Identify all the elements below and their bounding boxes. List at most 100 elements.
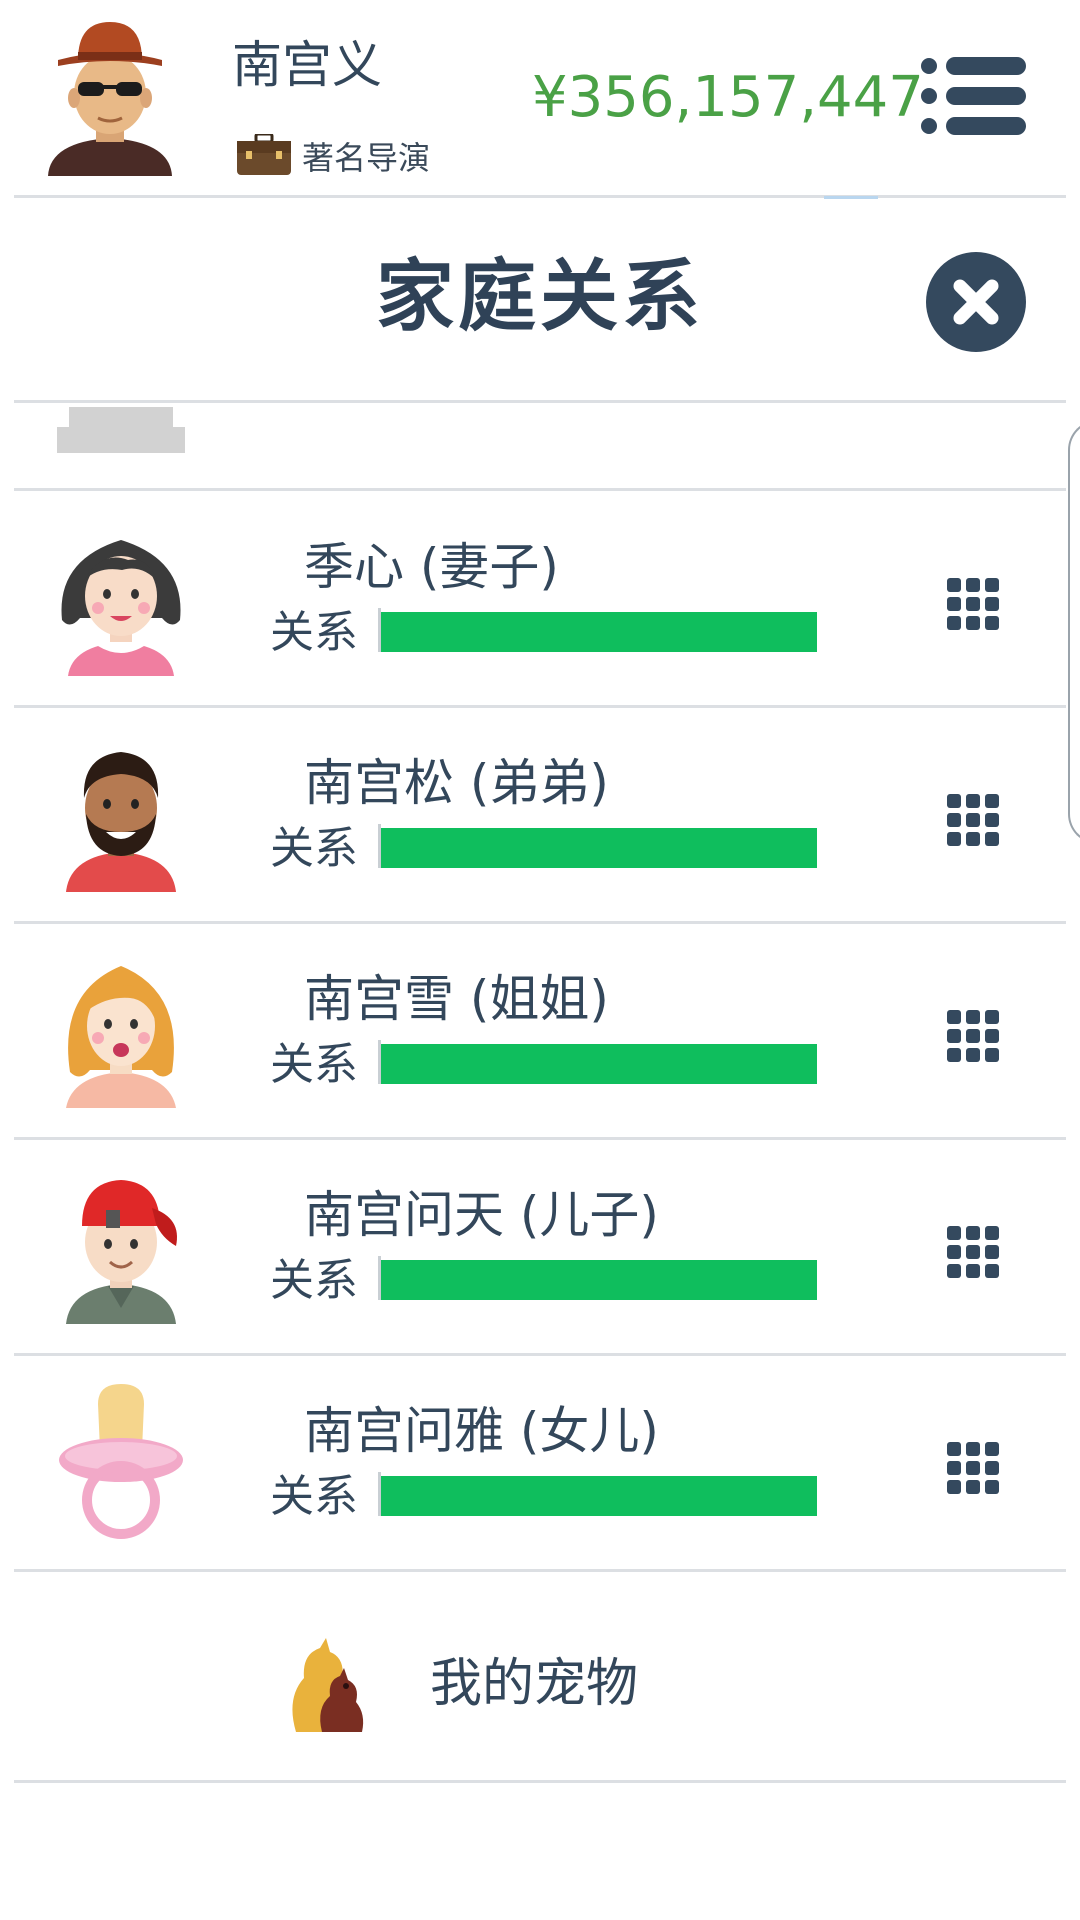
grid-dot bbox=[966, 1461, 980, 1475]
grid-menu-icon[interactable] bbox=[945, 1008, 1001, 1064]
family-member-row: 南宫雪 (姐姐) 关系 bbox=[0, 922, 1080, 1140]
pets-divider bbox=[14, 1780, 1066, 1783]
member-name: 南宫问雅 (女儿) bbox=[304, 1402, 659, 1460]
grid-dot bbox=[947, 1442, 961, 1456]
grid-dot bbox=[966, 832, 980, 846]
brother-avatar bbox=[66, 752, 176, 892]
relationship-bar-fill bbox=[381, 1476, 817, 1516]
relationship-bar-fill bbox=[381, 1044, 817, 1084]
briefcase-icon bbox=[237, 134, 291, 175]
grid-dot bbox=[966, 1264, 980, 1278]
grid-dot bbox=[947, 1480, 961, 1494]
placeholder-block bbox=[57, 407, 185, 453]
grid-menu-icon[interactable] bbox=[945, 576, 1001, 632]
dialog-title: 家庭关系 bbox=[375, 252, 704, 342]
relationship-label: 关系 bbox=[270, 1255, 358, 1306]
grid-dot bbox=[947, 1029, 961, 1043]
grid-dot bbox=[985, 1245, 999, 1259]
close-button[interactable] bbox=[926, 252, 1026, 352]
grid-menu-icon[interactable] bbox=[945, 792, 1001, 848]
grid-dot bbox=[985, 578, 999, 592]
sister-avatar bbox=[66, 966, 176, 1108]
grid-dot bbox=[985, 1442, 999, 1456]
member-name: 南宫问天 (儿子) bbox=[304, 1186, 659, 1244]
wife-avatar bbox=[61, 540, 181, 676]
grid-dot bbox=[966, 1048, 980, 1062]
job-title: 著名导演 bbox=[302, 139, 431, 177]
grid-dot bbox=[985, 1048, 999, 1062]
member-name: 南宫雪 (姐姐) bbox=[304, 970, 609, 1028]
player-avatar[interactable] bbox=[44, 16, 176, 176]
grid-dot bbox=[966, 1010, 980, 1024]
grid-dot bbox=[947, 832, 961, 846]
family-member-row: 南宫问雅 (女儿) 关系 bbox=[0, 1354, 1080, 1572]
grid-dot bbox=[947, 578, 961, 592]
relationship-label: 关系 bbox=[270, 607, 358, 658]
member-name: 南宫松 (弟弟) bbox=[304, 754, 609, 812]
grid-dot bbox=[947, 1245, 961, 1259]
grid-dot bbox=[966, 616, 980, 630]
grid-dot bbox=[985, 813, 999, 827]
relationship-bar-fill bbox=[381, 1260, 817, 1300]
family-member-row: 南宫松 (弟弟) 关系 bbox=[0, 706, 1080, 924]
relationship-label: 关系 bbox=[270, 823, 358, 874]
list-menu-icon[interactable] bbox=[920, 56, 1026, 136]
son-avatar bbox=[66, 1180, 177, 1324]
member-name: 季心 (妻子) bbox=[304, 538, 559, 596]
grid-dot bbox=[947, 616, 961, 630]
grid-dot bbox=[947, 1010, 961, 1024]
header-divider bbox=[14, 195, 1066, 198]
grid-menu-icon[interactable] bbox=[945, 1440, 1001, 1496]
header-accent-line bbox=[824, 196, 878, 199]
grid-dot bbox=[985, 597, 999, 611]
grid-dot bbox=[966, 813, 980, 827]
grid-dot bbox=[985, 1480, 999, 1494]
relationship-bar-fill bbox=[381, 828, 817, 868]
grid-dot bbox=[966, 1226, 980, 1240]
money-balance: ¥356,157,447 bbox=[532, 65, 924, 130]
player-name: 南宫义 bbox=[232, 36, 382, 94]
grid-dot bbox=[985, 832, 999, 846]
relationship-bar bbox=[378, 1256, 817, 1300]
row-divider bbox=[14, 1569, 1066, 1572]
relationship-bar bbox=[378, 1040, 817, 1084]
my-pets-button[interactable]: 我的宠物 bbox=[0, 1574, 1080, 1782]
grid-dot bbox=[966, 794, 980, 808]
grid-dot bbox=[947, 1226, 961, 1240]
grid-dot bbox=[966, 1442, 980, 1456]
grid-dot bbox=[947, 1264, 961, 1278]
grid-dot bbox=[966, 1029, 980, 1043]
grid-dot bbox=[947, 1048, 961, 1062]
grid-dot bbox=[985, 1264, 999, 1278]
relationship-bar bbox=[378, 608, 817, 652]
top-header: 南宫义 著名导演 ¥356,157,447 bbox=[0, 0, 1080, 197]
relationship-bar bbox=[378, 1472, 817, 1516]
my-pets-label: 我的宠物 bbox=[430, 1654, 639, 1714]
grid-dot bbox=[985, 1029, 999, 1043]
title-divider bbox=[14, 400, 1066, 403]
grid-dot bbox=[985, 1461, 999, 1475]
grid-menu-icon[interactable] bbox=[945, 1224, 1001, 1280]
grid-dot bbox=[947, 1461, 961, 1475]
grid-dot bbox=[985, 1010, 999, 1024]
grid-dot bbox=[985, 616, 999, 630]
grid-dot bbox=[947, 813, 961, 827]
grid-dot bbox=[966, 1480, 980, 1494]
dog-icon bbox=[292, 1638, 364, 1732]
grid-dot bbox=[966, 1245, 980, 1259]
side-scroll-handle[interactable] bbox=[1068, 420, 1080, 844]
close-icon bbox=[953, 279, 999, 325]
grid-dot bbox=[985, 1226, 999, 1240]
baby-pacifier-avatar bbox=[59, 1384, 183, 1539]
grid-dot bbox=[947, 794, 961, 808]
relationship-bar-fill bbox=[381, 612, 817, 652]
relationship-bar bbox=[378, 824, 817, 868]
relationship-label: 关系 bbox=[270, 1471, 358, 1522]
family-member-row: 季心 (妻子) 关系 bbox=[0, 490, 1080, 708]
grid-dot bbox=[966, 597, 980, 611]
grid-dot bbox=[966, 578, 980, 592]
grid-dot bbox=[947, 597, 961, 611]
family-member-row: 南宫问天 (儿子) 关系 bbox=[0, 1138, 1080, 1356]
grid-dot bbox=[985, 794, 999, 808]
relationship-label: 关系 bbox=[270, 1039, 358, 1090]
